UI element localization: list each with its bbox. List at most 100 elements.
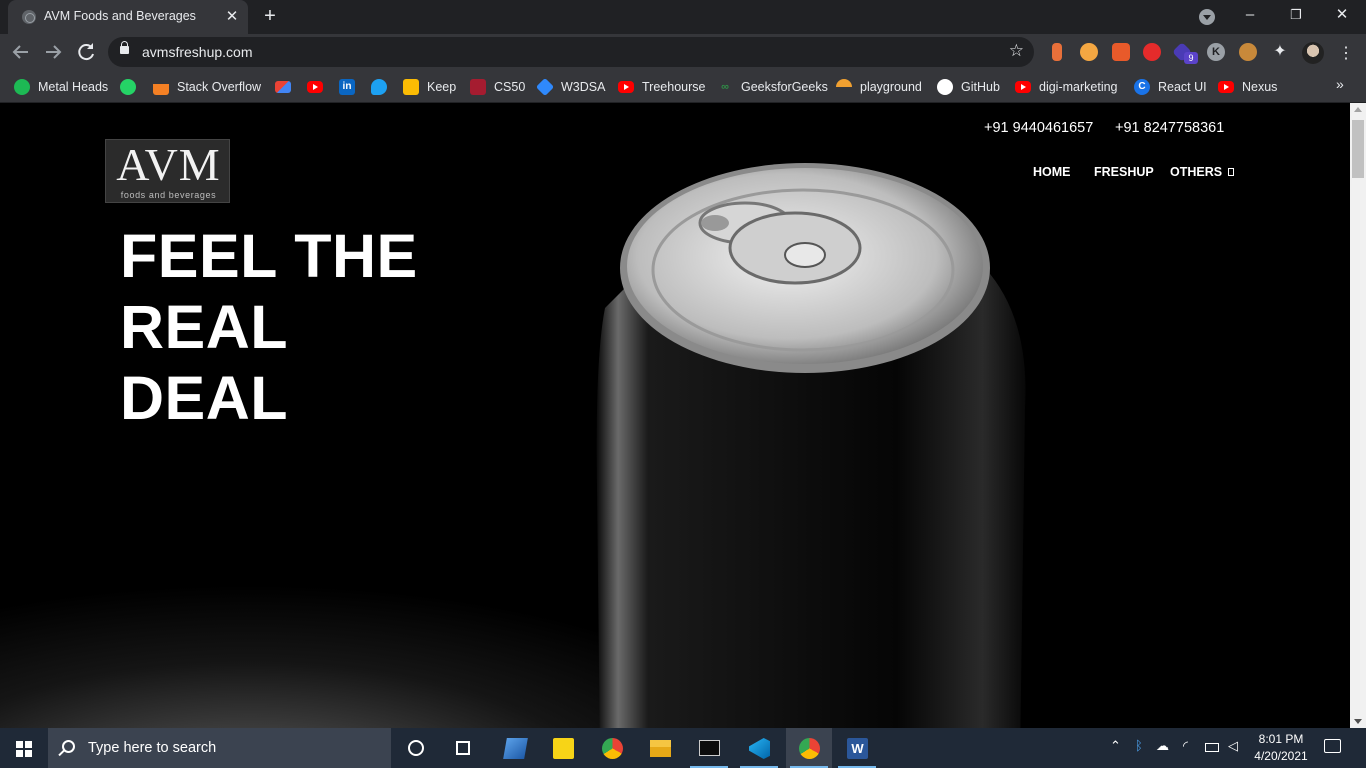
nav-others[interactable]: OTHERS xyxy=(1170,165,1235,179)
keep-icon xyxy=(403,79,419,95)
battery-icon[interactable] xyxy=(1205,743,1219,752)
url-text[interactable]: avmsfreshup.com xyxy=(142,44,252,60)
cortana-button[interactable] xyxy=(393,728,439,768)
taskbar-app-chrome-active[interactable] xyxy=(786,728,832,768)
extension-ghost-icon[interactable] xyxy=(1112,43,1130,61)
bookmark-youtube[interactable] xyxy=(307,77,331,97)
taskbar-app-desktop[interactable] xyxy=(492,728,538,768)
bookmark-stack-overflow[interactable]: Stack Overflow xyxy=(153,77,261,97)
bluetooth-icon[interactable]: ᛒ xyxy=(1135,738,1143,753)
system-clock[interactable]: 8:01 PM 4/20/2021 xyxy=(1252,731,1310,765)
tab-strip: AVM Foods and Beverages ✕ + – ❐ ✕ xyxy=(0,0,1366,34)
browser-tab-active[interactable]: AVM Foods and Beverages ✕ xyxy=(8,0,248,34)
wifi-icon[interactable]: ◜ xyxy=(1183,738,1188,754)
scroll-down-icon[interactable] xyxy=(1354,719,1362,724)
address-bar[interactable]: avmsfreshup.com ☆ xyxy=(108,37,1034,67)
bookmark-whatsapp[interactable] xyxy=(120,77,144,97)
bookmark-nexus[interactable]: Nexus xyxy=(1218,77,1277,97)
extension-hand-icon[interactable] xyxy=(1143,43,1161,61)
bookmark-star-icon[interactable]: ☆ xyxy=(1009,41,1024,61)
phone-number-1[interactable]: +91 9440461657 xyxy=(984,120,1093,136)
whatsapp-icon xyxy=(120,79,136,95)
cookie-icon[interactable] xyxy=(1239,43,1257,61)
youtube-icon xyxy=(1218,81,1234,93)
bookmark-treehourse[interactable]: Treehourse xyxy=(618,77,705,97)
bookmark-w3dsa[interactable]: W3DSA xyxy=(535,77,605,97)
profile-avatar[interactable] xyxy=(1302,42,1324,64)
maximize-button[interactable]: ❐ xyxy=(1273,0,1319,32)
arrow-right-icon[interactable] xyxy=(41,40,65,64)
browser-toolbar: avmsfreshup.com ☆ K ✦ xyxy=(0,34,1366,70)
close-window-button[interactable]: ✕ xyxy=(1319,0,1365,32)
bookmark-metal-heads[interactable]: Metal Heads xyxy=(14,77,108,97)
nav-others-label: OTHERS xyxy=(1170,165,1223,179)
hero-line-2: DEAL xyxy=(120,364,289,432)
minimize-button[interactable]: – xyxy=(1227,0,1273,32)
globe-icon xyxy=(22,10,36,24)
desktop-icon xyxy=(503,738,528,759)
file-explorer-icon xyxy=(650,740,671,757)
bookmark-linkedin[interactable]: in xyxy=(339,77,363,97)
extension-badge: 9 xyxy=(1184,52,1198,64)
extension-face-icon[interactable] xyxy=(1080,43,1098,61)
lock-icon[interactable] xyxy=(120,41,129,54)
search-icon xyxy=(62,740,75,753)
spotify-icon xyxy=(14,79,30,95)
extension-orange-icon[interactable] xyxy=(1052,43,1062,61)
extension-k-icon[interactable]: K xyxy=(1207,43,1225,61)
bookmark-react-ui[interactable]: C React UI xyxy=(1134,77,1207,97)
bookmark-digi-marketing[interactable]: digi-marketing xyxy=(1015,77,1118,97)
webpage-hero: AVM foods and beverages +91 9440461657 +… xyxy=(0,103,1350,728)
w3dsa-icon xyxy=(535,77,555,97)
tab-title: AVM Foods and Beverages xyxy=(44,9,196,23)
task-view-button[interactable] xyxy=(440,728,486,768)
taskbar-search-box[interactable]: Type here to search xyxy=(48,728,391,768)
taskbar-app-vscode[interactable] xyxy=(736,728,782,768)
linkedin-icon: in xyxy=(339,79,355,95)
puzzle-icon[interactable]: ✦ xyxy=(1271,43,1289,61)
soda-can-image xyxy=(596,163,1026,728)
taskbar-app-file-explorer[interactable] xyxy=(637,728,683,768)
page-scrollbar[interactable] xyxy=(1350,103,1366,728)
bookmarks-bar: Metal Heads Stack Overflow in Keep CS50 … xyxy=(0,70,1366,103)
bookmark-twitter[interactable] xyxy=(371,77,395,97)
bookmark-github[interactable]: GitHub xyxy=(937,77,1000,97)
close-tab-button[interactable]: ✕ xyxy=(222,7,242,27)
taskbar-app-word[interactable]: W xyxy=(834,728,880,768)
windows-icon xyxy=(16,741,32,757)
arrow-left-icon[interactable] xyxy=(9,40,33,64)
site-logo[interactable]: AVM foods and beverages xyxy=(105,139,230,203)
tray-overflow-icon[interactable]: ⌃ xyxy=(1110,738,1121,754)
taskbar-app-terminal[interactable] xyxy=(686,728,732,768)
volume-icon[interactable]: ◁ xyxy=(1228,738,1238,754)
new-tab-button[interactable]: + xyxy=(258,5,282,29)
reload-icon[interactable] xyxy=(74,40,98,64)
taskbar-app-sticky-notes[interactable] xyxy=(540,728,586,768)
clock-time: 8:01 PM xyxy=(1258,732,1304,746)
sticky-notes-icon xyxy=(553,738,574,759)
windows-taskbar: Type here to search W ⌃ ᛒ ☁ ◜ ◁ 8:01 PM … xyxy=(0,728,1366,768)
start-button[interactable] xyxy=(0,728,48,768)
scroll-up-icon[interactable] xyxy=(1354,107,1362,112)
tab-search-icon[interactable] xyxy=(1199,9,1215,25)
onedrive-icon[interactable]: ☁ xyxy=(1156,738,1169,754)
scroll-thumb[interactable] xyxy=(1352,120,1364,178)
dropdown-icon xyxy=(1228,168,1235,176)
notification-icon[interactable] xyxy=(1324,739,1341,753)
taskbar-app-chrome[interactable] xyxy=(589,728,635,768)
twitter-icon xyxy=(371,79,387,95)
nav-freshup[interactable]: FRESHUP xyxy=(1094,165,1154,179)
bookmark-geeksforgeeks[interactable]: ∞ GeeksforGeeks xyxy=(717,77,828,97)
bookmark-cs50[interactable]: CS50 xyxy=(470,77,525,97)
chrome-icon xyxy=(799,738,820,759)
bookmark-gmail[interactable] xyxy=(275,77,299,97)
chrome-icon xyxy=(602,738,623,759)
phone-number-2[interactable]: +91 8247758361 xyxy=(1115,120,1224,136)
search-placeholder: Type here to search xyxy=(88,740,217,756)
bookmarks-overflow-button[interactable]: » xyxy=(1336,76,1344,92)
gmail-icon xyxy=(275,81,291,93)
nav-home[interactable]: HOME xyxy=(1033,165,1071,179)
bookmark-keep[interactable]: Keep xyxy=(403,77,456,97)
bookmark-playground[interactable]: playground xyxy=(836,77,922,97)
menu-kebab-icon[interactable]: ⋮ xyxy=(1338,43,1354,63)
